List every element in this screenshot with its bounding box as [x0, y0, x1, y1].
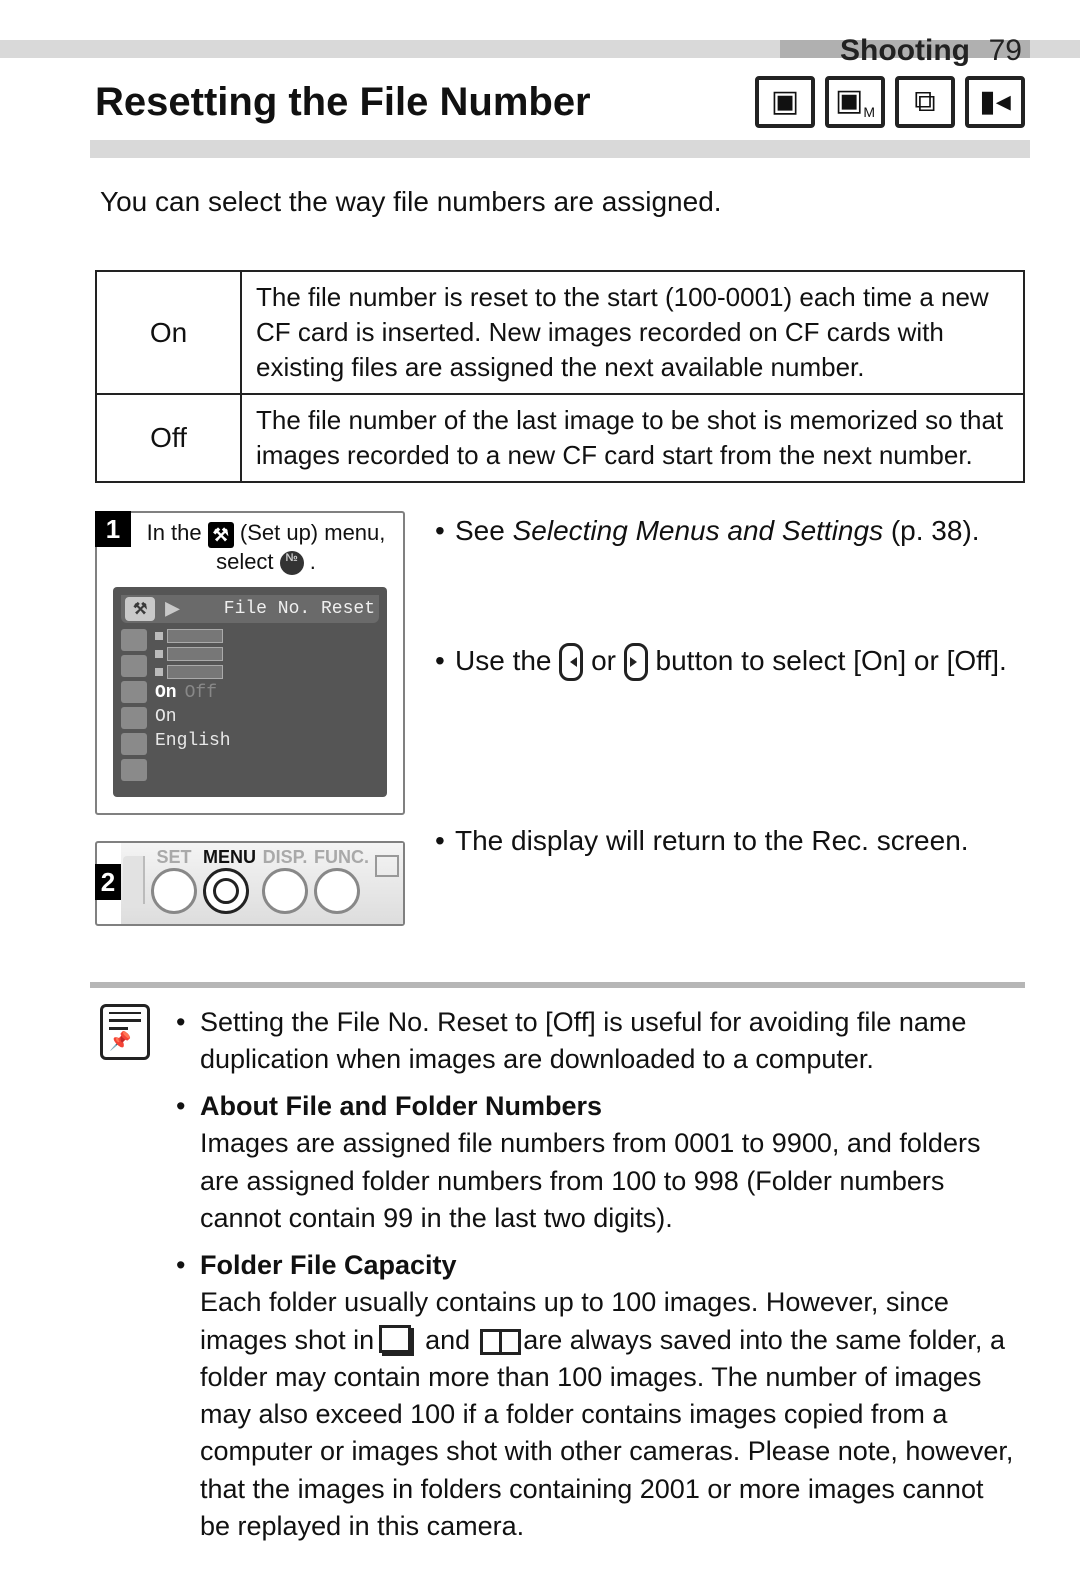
step1-pre: In the	[147, 520, 208, 545]
lcd-value: English	[155, 731, 231, 751]
note-section: 📌 • Setting the File No. Reset to [Off] …	[0, 1004, 1080, 1556]
lcd-tab-tools-icon: ⚒	[125, 597, 155, 621]
option-desc: The file number of the last image to be …	[241, 394, 1024, 482]
note-heading: Folder File Capacity	[200, 1250, 457, 1280]
continuous-shot-icon	[382, 1328, 414, 1356]
mode-camera-auto-icon: ▣	[755, 76, 815, 128]
desc-bullet: • Use the or button to select [On] or [O…	[435, 641, 1025, 682]
desc-text: See Selecting Menus and Settings (p. 38)…	[455, 511, 980, 550]
disp-label: DISP.	[262, 847, 308, 868]
step1-select-pre: select	[216, 549, 280, 574]
camera-edge	[123, 856, 145, 904]
note-divider	[90, 982, 1025, 988]
camera-button-strip: SET MENU DISP. FUNC.	[121, 843, 403, 924]
manual-page: Shooting 79 Resetting the File Number ▣ …	[0, 0, 1080, 1595]
note-text: • Setting the File No. Reset to [Off] is…	[176, 1004, 1020, 1556]
step-number: 2	[95, 864, 121, 900]
note-body: Setting the File No. Reset to [Off] is u…	[200, 1004, 1020, 1079]
option-key: On	[96, 271, 241, 394]
desc-text: Use the or button to select [On] or [Off…	[455, 641, 1007, 682]
lcd-row-icon	[121, 759, 147, 781]
option-key: Off	[96, 394, 241, 482]
options-table: On The file number is reset to the start…	[95, 270, 1025, 483]
table-row: On The file number is reset to the start…	[96, 271, 1024, 394]
mode-stitch-icon: ⧉	[895, 76, 955, 128]
steps-column: 1 In the ⚒ (Set up) menu, select № . ⚒	[95, 511, 405, 951]
mode-movie-icon: ▮◂	[965, 76, 1025, 128]
mode-icons: ▣ ▣M ⧉ ▮◂	[755, 76, 1025, 128]
page-number: 79	[989, 34, 1022, 68]
lcd-value: On	[155, 707, 231, 727]
note-item: • Folder File Capacity Each folder usual…	[176, 1247, 1020, 1545]
lcd-slider-row	[155, 629, 231, 643]
section-label: Shooting	[840, 34, 970, 68]
desc-bullet: • The display will return to the Rec. sc…	[435, 821, 1025, 860]
page-title: Resetting the File Number	[95, 80, 591, 125]
menu-label: MENU	[203, 847, 256, 868]
lcd-tabs: ⚒ ▶ File No. Reset	[121, 595, 379, 623]
step-number: 1	[95, 511, 131, 547]
desc-bullet: • See Selecting Menus and Settings (p. 3…	[435, 511, 1025, 550]
note-body: Folder File Capacity Each folder usually…	[200, 1247, 1020, 1545]
steps-section: 1 In the ⚒ (Set up) menu, select № . ⚒	[0, 511, 1080, 969]
lcd-tab-play-icon: ▶	[165, 598, 179, 619]
table-row: Off The file number of the last image to…	[96, 394, 1024, 482]
option-desc: The file number is reset to the start (1…	[241, 271, 1024, 394]
strip-end-icons	[375, 869, 399, 891]
lcd-row-icon	[121, 655, 147, 677]
step-1-head: 1 In the ⚒ (Set up) menu, select № .	[97, 513, 403, 576]
reference-title: Selecting Menus and Settings	[513, 515, 883, 546]
note-icon: 📌	[100, 1004, 150, 1060]
set-button-icon	[151, 868, 197, 914]
mode-camera-manual-icon: ▣M	[825, 76, 885, 128]
stitch-assist-icon	[480, 1329, 516, 1355]
note-item: • About File and Folder Numbers Images a…	[176, 1088, 1020, 1237]
func-label: FUNC.	[314, 847, 369, 868]
lcd-row-icon	[121, 707, 147, 729]
title-row: Resetting the File Number ▣ ▣M ⧉ ▮◂	[0, 66, 1080, 140]
lcd-rows: OnOff On English	[121, 629, 379, 781]
disp-button-icon	[262, 868, 308, 914]
lcd-onoff-row: OnOff	[155, 683, 231, 703]
lcd-screenshot: ⚒ ▶ File No. Reset	[113, 587, 387, 797]
step1-select-post: .	[310, 549, 316, 574]
step-1-text: In the ⚒ (Set up) menu, select № .	[131, 513, 403, 576]
left-button-icon	[559, 643, 583, 681]
lcd-icon-column	[121, 629, 147, 781]
note-item: • Setting the File No. Reset to [Off] is…	[176, 1004, 1020, 1079]
file-no-reset-icon: №	[280, 551, 304, 575]
step-2-head: 2 SET MENU DISP.	[97, 843, 403, 924]
desc-text: The display will return to the Rec. scre…	[455, 821, 969, 860]
header-bar: Shooting 79	[0, 40, 1080, 58]
intro-text: You can select the way file numbers are …	[0, 186, 1080, 242]
step1-setup: (Set up) menu,	[240, 520, 386, 545]
title-underbar	[90, 140, 1030, 158]
step-2-box: 2 SET MENU DISP.	[95, 841, 405, 926]
lcd-value-column: OnOff On English	[155, 629, 231, 781]
func-button-icon	[314, 868, 360, 914]
right-button-icon	[624, 643, 648, 681]
setup-menu-icon: ⚒	[208, 522, 234, 548]
note-icon-column: 📌	[100, 1004, 150, 1556]
lcd-row-icon	[121, 733, 147, 755]
lcd-row-icon	[121, 629, 147, 651]
note-heading: About File and Folder Numbers	[200, 1091, 602, 1121]
note-body: About File and Folder Numbers Images are…	[200, 1088, 1020, 1237]
step-1-box: 1 In the ⚒ (Set up) menu, select № . ⚒	[95, 511, 405, 814]
lcd-menu-label: File No. Reset	[224, 599, 375, 619]
menu-button-icon	[203, 868, 249, 914]
lcd-row-icon	[121, 681, 147, 703]
set-label: SET	[151, 847, 197, 868]
lcd-slider-row	[155, 665, 231, 679]
lcd-slider-row	[155, 647, 231, 661]
description-column: • See Selecting Menus and Settings (p. 3…	[435, 511, 1025, 951]
strip-small-icon	[375, 855, 399, 877]
